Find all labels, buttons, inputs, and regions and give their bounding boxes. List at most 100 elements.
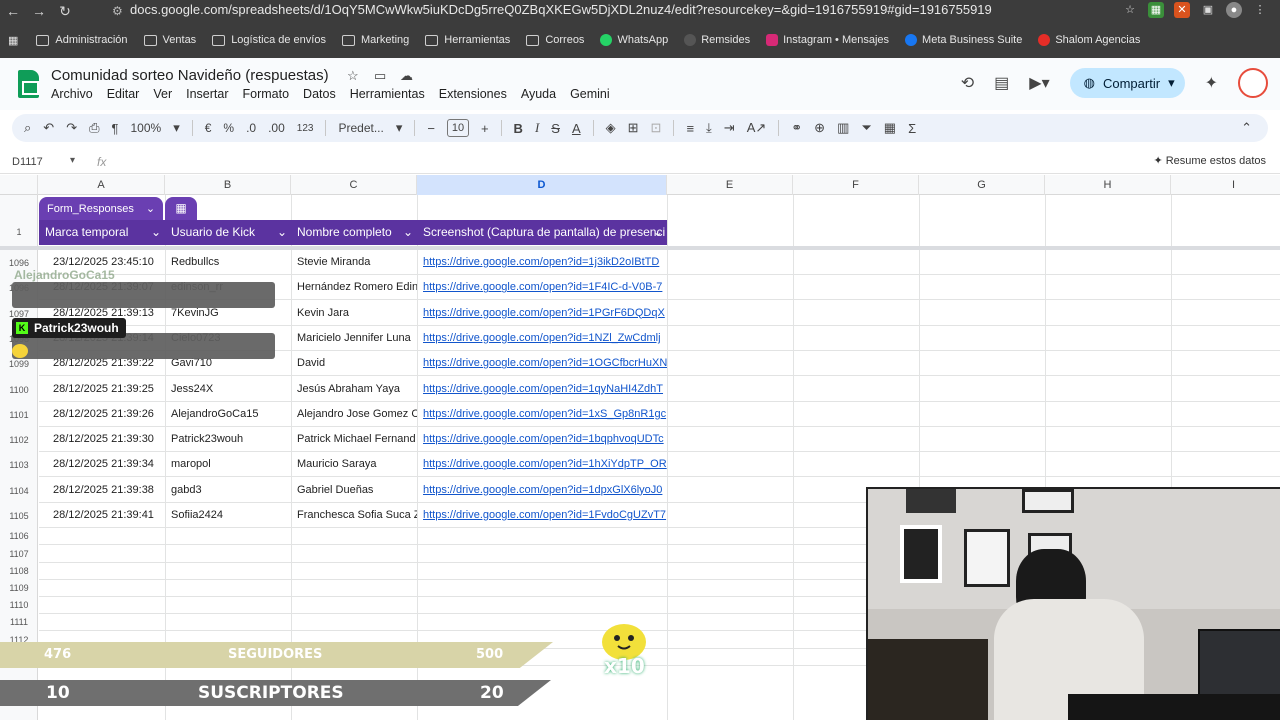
cell-screenshot-link[interactable]: https://drive.google.com/open?id=1qyNaHI… [417, 377, 667, 402]
row-header[interactable]: 1108 [0, 566, 38, 576]
menu-formato[interactable]: Formato [243, 87, 290, 101]
header-nombre-completo[interactable]: Nombre completo ⌄ [291, 220, 417, 245]
text-wrap-icon[interactable]: ⇥ [724, 120, 735, 136]
cell-usuario-kick[interactable]: AlejandroGoCa15 [165, 402, 291, 427]
forward-icon[interactable]: → [26, 3, 52, 19]
decrease-decimals-button[interactable]: .0 [246, 121, 256, 135]
menu-gemini[interactable]: Gemini [570, 87, 610, 101]
link-icon[interactable]: ⚭ [791, 120, 802, 136]
cell-nombre-completo[interactable]: Maricielo Jennifer Luna [291, 326, 417, 351]
header-marca-temporal[interactable]: Marca temporal ⌄ [39, 220, 165, 245]
cell-screenshot-link[interactable]: https://drive.google.com/open?id=1OGCfbc… [417, 351, 667, 376]
chevron-down-icon[interactable]: ▾ [70, 155, 75, 166]
row-header[interactable]: 1102 [0, 435, 38, 445]
sheets-extension-icon[interactable]: ▦ [1148, 2, 1164, 18]
increase-font-icon[interactable]: + [481, 121, 489, 136]
row-header[interactable]: 1101 [0, 410, 38, 420]
decrease-font-icon[interactable]: − [427, 121, 435, 136]
cell-screenshot-link[interactable]: https://drive.google.com/open?id=1F4IC-d… [417, 275, 667, 300]
filter-icon[interactable]: ⏷ [861, 120, 871, 136]
cell-usuario-kick[interactable]: maropol [165, 452, 291, 477]
menu-insertar[interactable]: Insertar [186, 87, 228, 101]
bookmark-logistica[interactable]: Logística de envíos [212, 34, 326, 46]
cell-nombre-completo[interactable]: Stevie Miranda [291, 250, 417, 275]
percent-format-button[interactable]: % [223, 121, 234, 135]
undo-icon[interactable]: ↶ [43, 120, 54, 136]
row-header[interactable]: 1 [0, 227, 38, 237]
move-folder-icon[interactable]: ▭ [374, 68, 386, 84]
profile-icon[interactable]: ● [1226, 2, 1242, 18]
borders-icon[interactable]: ⊞ [628, 120, 639, 136]
star-icon[interactable]: ☆ [347, 68, 359, 84]
column-header-c[interactable]: C [291, 175, 417, 195]
column-header-a[interactable]: A [38, 175, 165, 195]
cell-nombre-completo[interactable]: Kevin Jara [291, 301, 417, 326]
reload-icon[interactable]: ↻ [52, 3, 78, 20]
bookmark-shalom[interactable]: Shalom Agencias [1038, 34, 1140, 46]
table-row[interactable]: 28/12/2025 21:39:25 Jess24X Jesús Abraham … [39, 377, 1280, 402]
table-row[interactable]: 28/12/2025 21:39:30 Patrick23wouh Patrick … [39, 427, 1280, 453]
row-header[interactable]: 1096 [0, 258, 38, 268]
bookmark-star-icon[interactable]: ☆ [1122, 2, 1138, 18]
cell-screenshot-link[interactable]: https://drive.google.com/open?id=1hXiYdp… [417, 452, 667, 477]
row-header[interactable]: 1103 [0, 460, 38, 470]
column-header-g[interactable]: G [919, 175, 1045, 195]
version-history-icon[interactable]: ⟲ [961, 73, 974, 93]
chart-icon[interactable]: ▥ [837, 120, 849, 136]
italic-icon[interactable]: I [535, 120, 539, 136]
cell-nombre-completo[interactable]: David [291, 351, 417, 376]
align-left-icon[interactable]: ≡ [686, 121, 694, 136]
comment-icon[interactable]: ⊕ [814, 120, 825, 136]
cell-nombre-completo[interactable]: Mauricio Saraya [291, 452, 417, 477]
column-header-b[interactable]: B [165, 175, 291, 195]
cell-nombre-completo[interactable]: Gabriel Dueñas [291, 478, 417, 503]
row-header[interactable]: 1099 [0, 359, 38, 369]
bookmark-administracion[interactable]: Administración [36, 34, 128, 46]
bookmark-instagram[interactable]: Instagram • Mensajes [766, 34, 889, 46]
row-header[interactable]: 1105 [0, 511, 38, 521]
text-rotation-icon[interactable]: A↗ [747, 120, 767, 136]
puzzle-icon[interactable]: ▣ [1200, 2, 1216, 18]
row-header[interactable]: 1109 [0, 583, 38, 593]
chevron-down-icon[interactable]: ⌄ [403, 220, 413, 245]
meet-icon[interactable]: ▶▾ [1029, 73, 1049, 93]
kebab-menu-icon[interactable]: ⋮ [1252, 2, 1268, 18]
header-usuario-kick[interactable]: Usuario de Kick ⌄ [165, 220, 291, 245]
increase-decimals-button[interactable]: .00 [268, 121, 285, 135]
row-header[interactable]: 1106 [0, 531, 38, 541]
cell-marca-temporal[interactable]: 28/12/2025 21:39:34 [47, 452, 165, 477]
menu-ver[interactable]: Ver [153, 87, 172, 101]
cell-nombre-completo[interactable]: Jesús Abraham Yaya [291, 377, 417, 402]
bookmark-meta[interactable]: Meta Business Suite [905, 34, 1022, 46]
bookmark-whatsapp[interactable]: WhatsApp [600, 34, 668, 46]
account-avatar[interactable] [1238, 68, 1268, 98]
column-header-e[interactable]: E [667, 175, 793, 195]
font-select[interactable]: Predet... [338, 121, 383, 135]
filter-views-icon[interactable]: ▦ [884, 120, 896, 136]
cell-screenshot-link[interactable]: https://drive.google.com/open?id=1dpxGlX… [417, 478, 667, 503]
comments-icon[interactable]: ▤ [994, 73, 1009, 93]
cell-usuario-kick[interactable]: Sofiia2424 [165, 503, 291, 528]
chevron-down-icon[interactable]: ⌄ [151, 220, 161, 245]
column-header-d[interactable]: D [417, 175, 667, 195]
chevron-down-icon[interactable]: ⌄ [653, 220, 663, 245]
text-color-icon[interactable]: A [572, 121, 581, 136]
table-row[interactable]: 28/12/2025 21:39:34 maropol Mauricio Saray… [39, 452, 1280, 478]
chevron-down-icon[interactable]: ⌄ [146, 202, 155, 215]
menu-editar[interactable]: Editar [107, 87, 140, 101]
bold-icon[interactable]: B [514, 121, 523, 136]
fill-color-icon[interactable]: ◈ [606, 120, 616, 136]
x-extension-icon[interactable]: ✕ [1174, 2, 1190, 18]
cell-marca-temporal[interactable]: 28/12/2025 21:39:38 [47, 478, 165, 503]
cell-screenshot-link[interactable]: https://drive.google.com/open?id=1xS_Gp8… [417, 402, 667, 427]
number-format-button[interactable]: 123 [297, 123, 314, 134]
cell-screenshot-link[interactable]: https://drive.google.com/open?id=1j3ikD2… [417, 250, 667, 275]
menu-archivo[interactable]: Archivo [51, 87, 93, 101]
bookmark-remsides[interactable]: Remsides [684, 34, 750, 46]
row-header[interactable]: 1107 [0, 549, 38, 559]
currency-format-button[interactable]: € [205, 121, 212, 135]
document-title[interactable]: Comunidad sorteo Navideño (respuestas) [51, 67, 329, 84]
share-button[interactable]: ◍ Compartir ▾ [1069, 68, 1185, 98]
chevron-down-icon[interactable]: ▾ [1168, 75, 1175, 91]
row-header[interactable]: 1111 [0, 617, 38, 627]
